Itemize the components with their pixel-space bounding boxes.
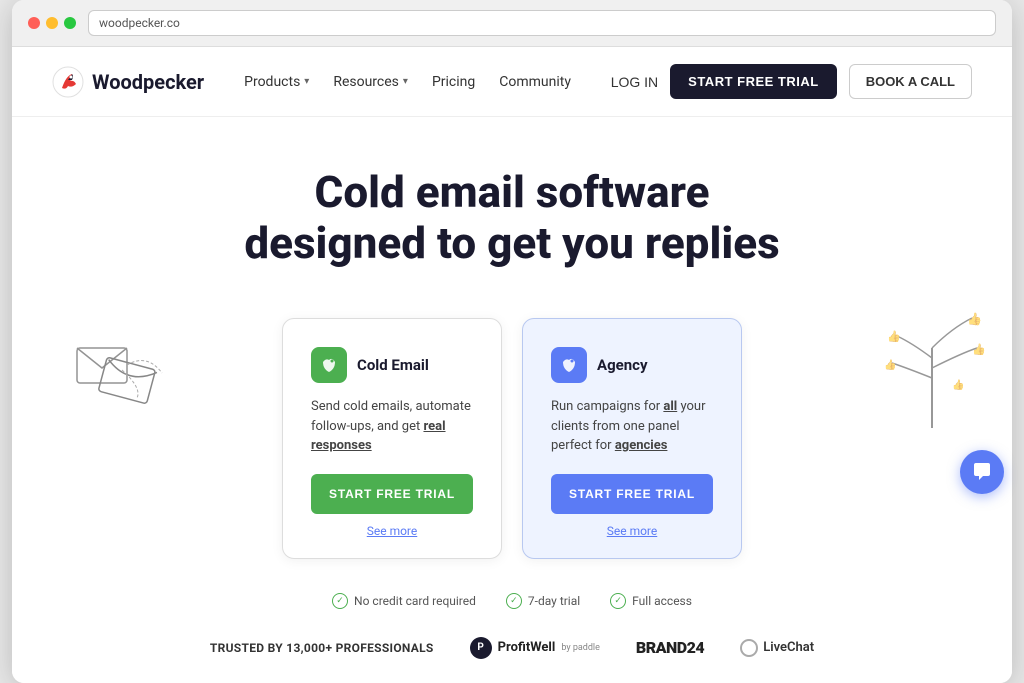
svg-text:👍: 👍 <box>884 358 896 371</box>
dot-yellow[interactable] <box>46 17 58 29</box>
dot-green[interactable] <box>64 17 76 29</box>
check-icon-3: ✓ <box>610 593 626 609</box>
browser-dots <box>28 17 76 29</box>
envelope-decoration <box>72 328 192 428</box>
logo-text: Woodpecker <box>92 70 204 94</box>
woodpecker-logo-icon <box>52 66 84 98</box>
tree-decoration: 👍 👍 👍 👍 👍 <box>872 298 992 438</box>
profitwell-logo: P ProfitWell by paddle <box>470 637 600 659</box>
logo-area[interactable]: Woodpecker <box>52 66 204 98</box>
cold-email-card: Cold Email Send cold emails, automate fo… <box>282 318 502 559</box>
trust-badge-7day: ✓ 7-day trial <box>506 593 580 609</box>
agency-see-more-link[interactable]: See more <box>551 524 713 538</box>
cold-email-see-more-link[interactable]: See more <box>311 524 473 538</box>
svg-text:👍: 👍 <box>952 378 964 391</box>
nav-community[interactable]: Community <box>499 74 571 90</box>
nav-products[interactable]: Products ▾ <box>244 74 309 90</box>
cold-email-card-desc: Send cold emails, automate follow-ups, a… <box>311 397 473 456</box>
login-button[interactable]: LOG IN <box>611 74 658 90</box>
svg-text:👍: 👍 <box>887 330 901 343</box>
agency-card-title: Agency <box>597 356 648 374</box>
check-icon-2: ✓ <box>506 593 522 609</box>
svg-text:👍: 👍 <box>967 312 982 326</box>
browser-addressbar: woodpecker.co <box>88 10 996 36</box>
agency-icon <box>551 347 587 383</box>
resources-chevron: ▾ <box>403 76 408 87</box>
cold-email-icon <box>311 347 347 383</box>
trust-badge-full-access: ✓ Full access <box>610 593 692 609</box>
chat-button[interactable] <box>960 450 1004 494</box>
livechat-logo: LiveChat <box>740 639 814 657</box>
navbar: Woodpecker Products ▾ Resources ▾ Pricin… <box>12 47 1012 117</box>
brand24-logo: BRAND24 <box>636 638 704 657</box>
trust-row: ✓ No credit card required ✓ 7-day trial … <box>12 579 1012 623</box>
trusted-text: TRUSTED BY 13,000+ PROFESSIONALS <box>210 641 434 655</box>
nav-trial-button[interactable]: START FREE TRIAL <box>670 64 837 99</box>
nav-pricing[interactable]: Pricing <box>432 74 475 90</box>
cold-email-card-title: Cold Email <box>357 356 429 374</box>
nav-resources[interactable]: Resources ▾ <box>333 74 408 90</box>
bottom-row: TRUSTED BY 13,000+ PROFESSIONALS P Profi… <box>12 623 1012 683</box>
check-icon: ✓ <box>332 593 348 609</box>
products-chevron: ▾ <box>304 76 309 87</box>
svg-text:👍: 👍 <box>972 343 986 356</box>
agency-card: Agency Run campaigns for all your client… <box>522 318 742 559</box>
cold-email-trial-button[interactable]: START FREE TRIAL <box>311 474 473 514</box>
trust-badge-no-credit: ✓ No credit card required <box>332 593 476 609</box>
agency-card-desc: Run campaigns for all your clients from … <box>551 397 713 456</box>
chat-icon <box>971 461 993 483</box>
livechat-icon <box>740 639 758 657</box>
agency-card-header: Agency <box>551 347 713 383</box>
profitwell-icon: P <box>470 637 492 659</box>
browser-toolbar: woodpecker.co <box>12 0 1012 47</box>
dot-red[interactable] <box>28 17 40 29</box>
hero-title: Cold email software designed to get you … <box>162 167 862 268</box>
hero-section: Cold email software designed to get you … <box>12 117 1012 318</box>
cold-email-card-header: Cold Email <box>311 347 473 383</box>
browser-window: woodpecker.co Woodpecker Products ▾ Reso… <box>12 0 1012 683</box>
cards-section: 👍 👍 👍 👍 👍 Cold Email Sen <box>12 318 1012 579</box>
nav-actions: LOG IN START FREE TRIAL BOOK A CALL <box>611 64 972 99</box>
book-call-button[interactable]: BOOK A CALL <box>849 64 972 99</box>
nav-links: Products ▾ Resources ▾ Pricing Community <box>244 74 611 90</box>
agency-trial-button[interactable]: START FREE TRIAL <box>551 474 713 514</box>
